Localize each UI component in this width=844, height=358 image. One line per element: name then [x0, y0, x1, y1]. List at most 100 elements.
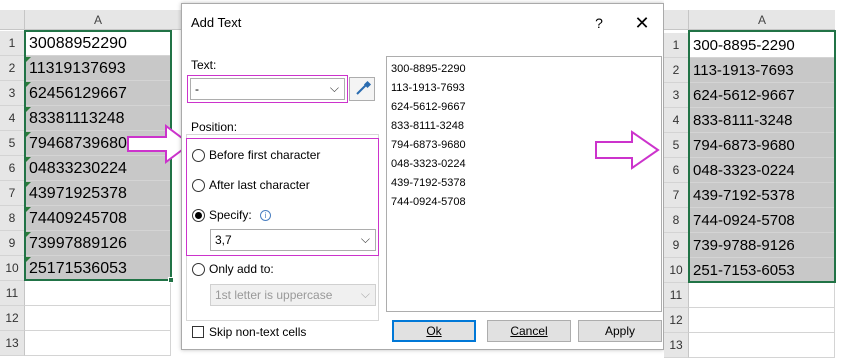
row-header[interactable]: 13 [664, 333, 689, 358]
eyedropper-button[interactable] [349, 77, 375, 101]
cell-value: 25171536053 [29, 260, 127, 277]
row-header[interactable]: 3 [664, 83, 689, 108]
table-cell[interactable]: 74409245708 [25, 206, 171, 231]
row-header[interactable]: 4 [664, 108, 689, 133]
add-text-dialog: Add Text ? ✕ Text: - ⌵ Position: Before … [181, 3, 664, 350]
table-cell[interactable]: 11319137693 [25, 56, 171, 81]
only-add-select[interactable]: 1st letter is uppercase ⌵ [210, 284, 376, 306]
row-header[interactable]: 13 [0, 331, 25, 356]
text-input[interactable]: - ⌵ [190, 78, 345, 100]
table-cell[interactable]: 739-9788-9126 [689, 233, 835, 258]
table-cell[interactable]: 113-1913-7693 [689, 58, 835, 83]
cell-value: 439-7192-5378 [693, 187, 795, 204]
only-add-radio[interactable] [192, 263, 205, 276]
cell-value: 113-1913-7693 [693, 62, 794, 79]
before-first-radio[interactable] [192, 149, 205, 162]
chevron-down-icon: ⌵ [360, 232, 370, 246]
table-cell[interactable]: 833-8111-3248 [689, 108, 835, 133]
info-icon: i [260, 210, 271, 221]
row-header[interactable]: 9 [0, 231, 25, 256]
error-indicator-icon [26, 157, 31, 162]
table-cell[interactable] [689, 283, 835, 308]
row-header[interactable]: 9 [664, 233, 689, 258]
table-cell[interactable]: 624-5612-9667 [689, 83, 835, 108]
error-indicator-icon [26, 57, 31, 62]
cell-value: 74409245708 [29, 210, 127, 227]
row-header[interactable]: 7 [664, 183, 689, 208]
row-header[interactable]: 5 [0, 131, 25, 156]
column-header-b[interactable] [171, 10, 181, 30]
cell-value: 62456129667 [29, 85, 127, 102]
after-last-radio[interactable] [192, 179, 205, 192]
table-cell[interactable] [689, 308, 835, 333]
cell-value: 251-7153-6053 [693, 262, 795, 279]
before-first-label: Before first character [209, 148, 321, 162]
chevron-down-icon: ⌵ [329, 81, 339, 95]
table-cell[interactable]: 439-7192-5378 [689, 183, 835, 208]
row-header[interactable]: 4 [0, 106, 25, 131]
table-cell[interactable]: 73997889126 [25, 231, 171, 256]
row-header[interactable]: 10 [0, 256, 25, 281]
help-button[interactable]: ? [586, 11, 612, 35]
cell-value: 048-3323-0224 [693, 162, 795, 179]
select-all-corner[interactable] [0, 10, 25, 30]
left-spreadsheet: A 1 30088952290 2 11319137693 3 62456129667 4 8… [0, 0, 181, 356]
row-header[interactable]: 8 [0, 206, 25, 231]
row-header[interactable]: 8 [664, 208, 689, 233]
row-header[interactable]: 12 [664, 308, 689, 333]
text-label: Text: [191, 58, 217, 72]
column-header-a[interactable]: A [25, 10, 171, 30]
close-button[interactable]: ✕ [629, 11, 655, 35]
apply-button[interactable]: Apply [578, 320, 662, 342]
column-header-a[interactable]: A [689, 10, 835, 30]
row-header[interactable]: 7 [0, 181, 25, 206]
specify-input[interactable]: 3,7 ⌵ [210, 229, 376, 251]
cell-value: 624-5612-9667 [693, 87, 795, 104]
table-cell[interactable]: 744-0924-5708 [689, 208, 835, 233]
preview-line: 113-1913-7693 [391, 82, 465, 94]
row-header[interactable]: 2 [0, 56, 25, 81]
table-cell[interactable] [25, 331, 171, 356]
table-cell[interactable]: 300-8895-2290 [689, 33, 835, 58]
specify-radio[interactable] [192, 209, 205, 222]
right-spreadsheet: A 1 300-8895-2290 2 113-1913-7693 3 624-5612-… [664, 0, 844, 358]
row-header[interactable]: 12 [0, 306, 25, 331]
cancel-button[interactable]: Cancel [487, 320, 571, 342]
preview-line: 300-8895-2290 [391, 63, 466, 75]
error-indicator-icon [26, 132, 31, 137]
row-header[interactable]: 2 [664, 58, 689, 83]
skip-non-text-checkbox[interactable] [192, 326, 204, 338]
error-indicator-icon [26, 82, 31, 87]
row-header[interactable]: 11 [0, 281, 25, 306]
cell-value: 833-8111-3248 [693, 112, 793, 129]
row-header[interactable]: 6 [0, 156, 25, 181]
table-cell[interactable] [25, 281, 171, 306]
preview-list: 300-8895-2290 113-1913-7693 624-5612-9667 8… [386, 56, 662, 312]
table-cell[interactable]: 30088952290 [25, 31, 171, 56]
table-cell[interactable]: 048-3323-0224 [689, 158, 835, 183]
specify-input-value: 3,7 [215, 233, 232, 247]
table-cell[interactable]: 251-7153-6053 [689, 258, 835, 283]
row-header[interactable]: 10 [664, 258, 689, 283]
error-indicator-icon [26, 257, 31, 262]
only-add-label: Only add to: [209, 262, 274, 276]
select-all-corner[interactable] [664, 10, 689, 30]
row-header[interactable]: 11 [664, 283, 689, 308]
table-cell[interactable]: 794-6873-9680 [689, 133, 835, 158]
row-header[interactable]: 1 [664, 33, 689, 58]
cell-value: 04833230224 [29, 160, 127, 177]
preview-line: 794-6873-9680 [391, 139, 466, 151]
row-header[interactable]: 5 [664, 133, 689, 158]
only-add-select-value: 1st letter is uppercase [215, 288, 333, 302]
row-header[interactable]: 3 [0, 81, 25, 106]
table-cell[interactable] [25, 306, 171, 331]
table-cell[interactable]: 62456129667 [25, 81, 171, 106]
table-cell[interactable]: 43971925378 [25, 181, 171, 206]
fill-handle[interactable] [168, 277, 174, 283]
ok-button[interactable]: Ok [392, 320, 476, 342]
row-header[interactable]: 6 [664, 158, 689, 183]
table-cell[interactable] [689, 333, 835, 358]
table-cell[interactable]: 25171536053 [25, 256, 171, 281]
row-header[interactable]: 1 [0, 31, 25, 56]
position-label: Position: [191, 120, 238, 134]
